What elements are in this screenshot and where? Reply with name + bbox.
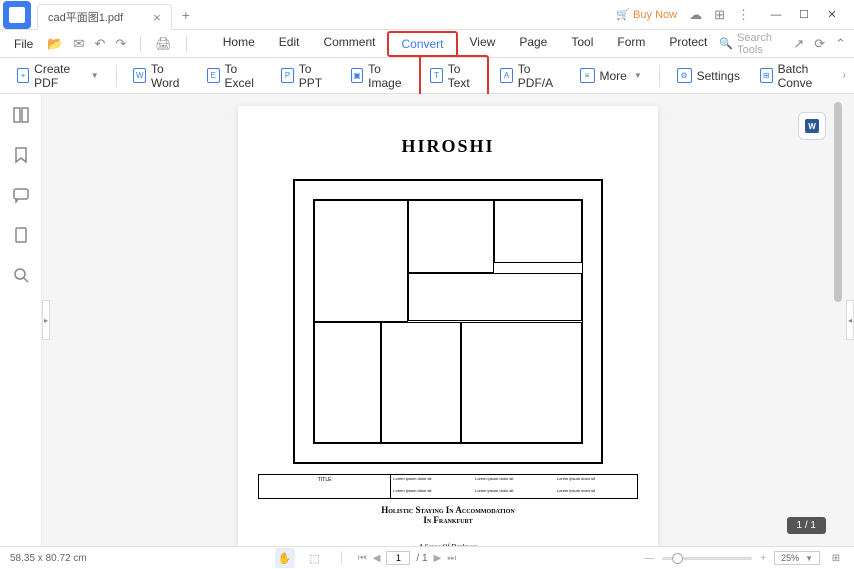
zoom-slider[interactable]: [662, 557, 752, 560]
mail-icon[interactable]: ✉: [74, 36, 85, 52]
page-indicator: 1 / 1: [787, 517, 826, 534]
app-menu-icon[interactable]: ⊞: [714, 7, 725, 23]
buy-now-button[interactable]: 🛒 Buy Now: [616, 8, 677, 21]
left-sidebar-toggle[interactable]: ▸: [42, 300, 50, 340]
overflow-chevron-icon[interactable]: ›: [843, 70, 846, 81]
zoom-in-icon[interactable]: +: [760, 553, 766, 564]
main-tabs: Home Edit Comment Convert View Page Tool…: [211, 31, 720, 57]
settings-button[interactable]: ⚙ Settings: [668, 63, 749, 88]
to-text-button[interactable]: T To Text: [419, 55, 489, 97]
chevron-down-icon: ▼: [634, 71, 642, 80]
canvas-area[interactable]: ▸ HIROSHI TITLE Lorem ipsum dolor sit: [42, 94, 854, 546]
menubar: File 📂 ✉ ↶ ↷ 🖨 Home Edit Comment Convert…: [0, 30, 854, 58]
tab-protect[interactable]: Protect: [657, 31, 719, 57]
app-logo: [3, 1, 31, 29]
pdfa-icon: A: [500, 68, 513, 83]
last-page-icon[interactable]: ⏭: [447, 553, 456, 564]
vertical-scrollbar[interactable]: [834, 94, 842, 546]
create-pdf-button[interactable]: + Create PDF ▼: [8, 57, 108, 95]
batch-convert-button[interactable]: ⊞ Batch Conve: [751, 57, 843, 95]
left-sidebar: [0, 94, 42, 546]
more-lines-icon: ≡: [580, 68, 595, 83]
zoom-out-icon[interactable]: —: [644, 553, 654, 564]
sync-icon[interactable]: ⟳: [814, 36, 825, 52]
minimize-button[interactable]: —: [762, 1, 790, 29]
image-icon: ▣: [351, 68, 364, 83]
to-excel-button[interactable]: E To Excel: [198, 57, 270, 95]
redo-icon[interactable]: ↷: [115, 36, 126, 52]
share-icon[interactable]: ↗: [793, 36, 804, 52]
tab-convert[interactable]: Convert: [387, 31, 457, 57]
select-tool-icon[interactable]: ⬚: [305, 548, 325, 568]
ribbon: + Create PDF ▼ W To Word E To Excel P To…: [0, 58, 854, 94]
document-subtitle-3: A Sense Of Darkness: [258, 543, 638, 546]
fit-page-icon[interactable]: ⊞: [828, 550, 844, 566]
add-tab-button[interactable]: +: [182, 7, 190, 23]
text-icon: T: [430, 68, 443, 83]
maximize-button[interactable]: ☐: [790, 1, 818, 29]
prev-page-icon[interactable]: ◀: [373, 553, 381, 564]
print-icon[interactable]: 🖨: [155, 36, 172, 52]
dimensions-display: 58.35 x 80.72 cm: [10, 553, 87, 564]
find-icon[interactable]: [12, 266, 30, 284]
undo-icon[interactable]: ↶: [94, 36, 105, 52]
to-ppt-button[interactable]: P To PPT: [272, 57, 339, 95]
next-page-icon[interactable]: ▶: [434, 553, 442, 564]
to-word-button[interactable]: W To Word: [124, 57, 196, 95]
page-total: / 1: [416, 553, 427, 564]
tab-form[interactable]: Form: [605, 31, 657, 57]
cart-icon: 🛒: [616, 8, 630, 21]
document-tab[interactable]: cad平面图1.pdf ×: [37, 4, 172, 30]
main-area: ▸ HIROSHI TITLE Lorem ipsum dolor sit: [0, 94, 854, 546]
tab-page[interactable]: Page: [507, 31, 559, 57]
excel-icon: E: [207, 68, 220, 83]
close-tab-icon[interactable]: ×: [153, 10, 161, 25]
floorplan-info-block: TITLE Lorem ipsum dolor sit Lorem ipsum …: [258, 474, 638, 499]
file-menu[interactable]: File: [8, 37, 39, 51]
document-title: HIROSHI: [258, 136, 638, 157]
document-subtitle-2: In Frankfurt: [258, 515, 638, 525]
chevron-down-icon: ▼: [91, 71, 99, 80]
page-navigation: ⏮ ◀ / 1 ▶ ⏭: [358, 551, 457, 565]
search-icon: 🔍: [719, 37, 733, 50]
floorplan-drawing: [293, 179, 603, 464]
tab-view[interactable]: View: [458, 31, 508, 57]
search-tools[interactable]: 🔍 Search Tools: [719, 32, 783, 56]
comment-icon[interactable]: [12, 186, 30, 204]
tab-comment[interactable]: Comment: [311, 31, 387, 57]
bookmark-icon[interactable]: [12, 146, 30, 164]
hand-tool-icon[interactable]: ✋: [275, 548, 295, 568]
zoom-display[interactable]: 25% ▼: [774, 551, 820, 565]
batch-icon: ⊞: [760, 68, 773, 83]
page-input[interactable]: [386, 551, 410, 565]
more-icon[interactable]: ⋮: [737, 7, 750, 23]
tab-tool[interactable]: Tool: [559, 31, 605, 57]
document-subtitle-1: Holistic Staying In Accommodation: [258, 505, 638, 515]
first-page-icon[interactable]: ⏮: [358, 553, 367, 564]
more-button[interactable]: ≡ More ▼: [571, 63, 651, 88]
to-image-button[interactable]: ▣ To Image: [342, 57, 418, 95]
attachment-icon[interactable]: [12, 226, 30, 244]
titlebar: cad平面图1.pdf × + 🛒 Buy Now ☁ ⊞ ⋮ — ☐ ✕: [0, 0, 854, 30]
tab-filename: cad平面图1.pdf: [48, 9, 123, 25]
to-pdfa-button[interactable]: A To PDF/A: [491, 57, 568, 95]
gear-icon: ⚙: [677, 68, 692, 83]
tab-home[interactable]: Home: [211, 31, 267, 57]
chevron-down-icon: ▼: [805, 554, 813, 563]
create-pdf-icon: +: [17, 68, 29, 83]
export-word-badge[interactable]: W: [798, 112, 826, 140]
open-icon[interactable]: 📂: [47, 36, 63, 52]
tab-edit[interactable]: Edit: [267, 31, 312, 57]
word-icon: W: [133, 68, 146, 83]
ppt-icon: P: [281, 68, 294, 83]
cloud-icon[interactable]: ☁: [689, 7, 702, 23]
document-page: HIROSHI TITLE Lorem ipsum dolor sit Lore…: [238, 106, 658, 546]
collapse-ribbon-icon[interactable]: ⌃: [835, 36, 846, 52]
close-window-button[interactable]: ✕: [818, 1, 846, 29]
thumbnails-icon[interactable]: [12, 106, 30, 124]
statusbar: 58.35 x 80.72 cm ✋ ⬚ ⏮ ◀ / 1 ▶ ⏭ — + 25%…: [0, 546, 854, 569]
right-sidebar-toggle[interactable]: ◂: [846, 300, 854, 340]
